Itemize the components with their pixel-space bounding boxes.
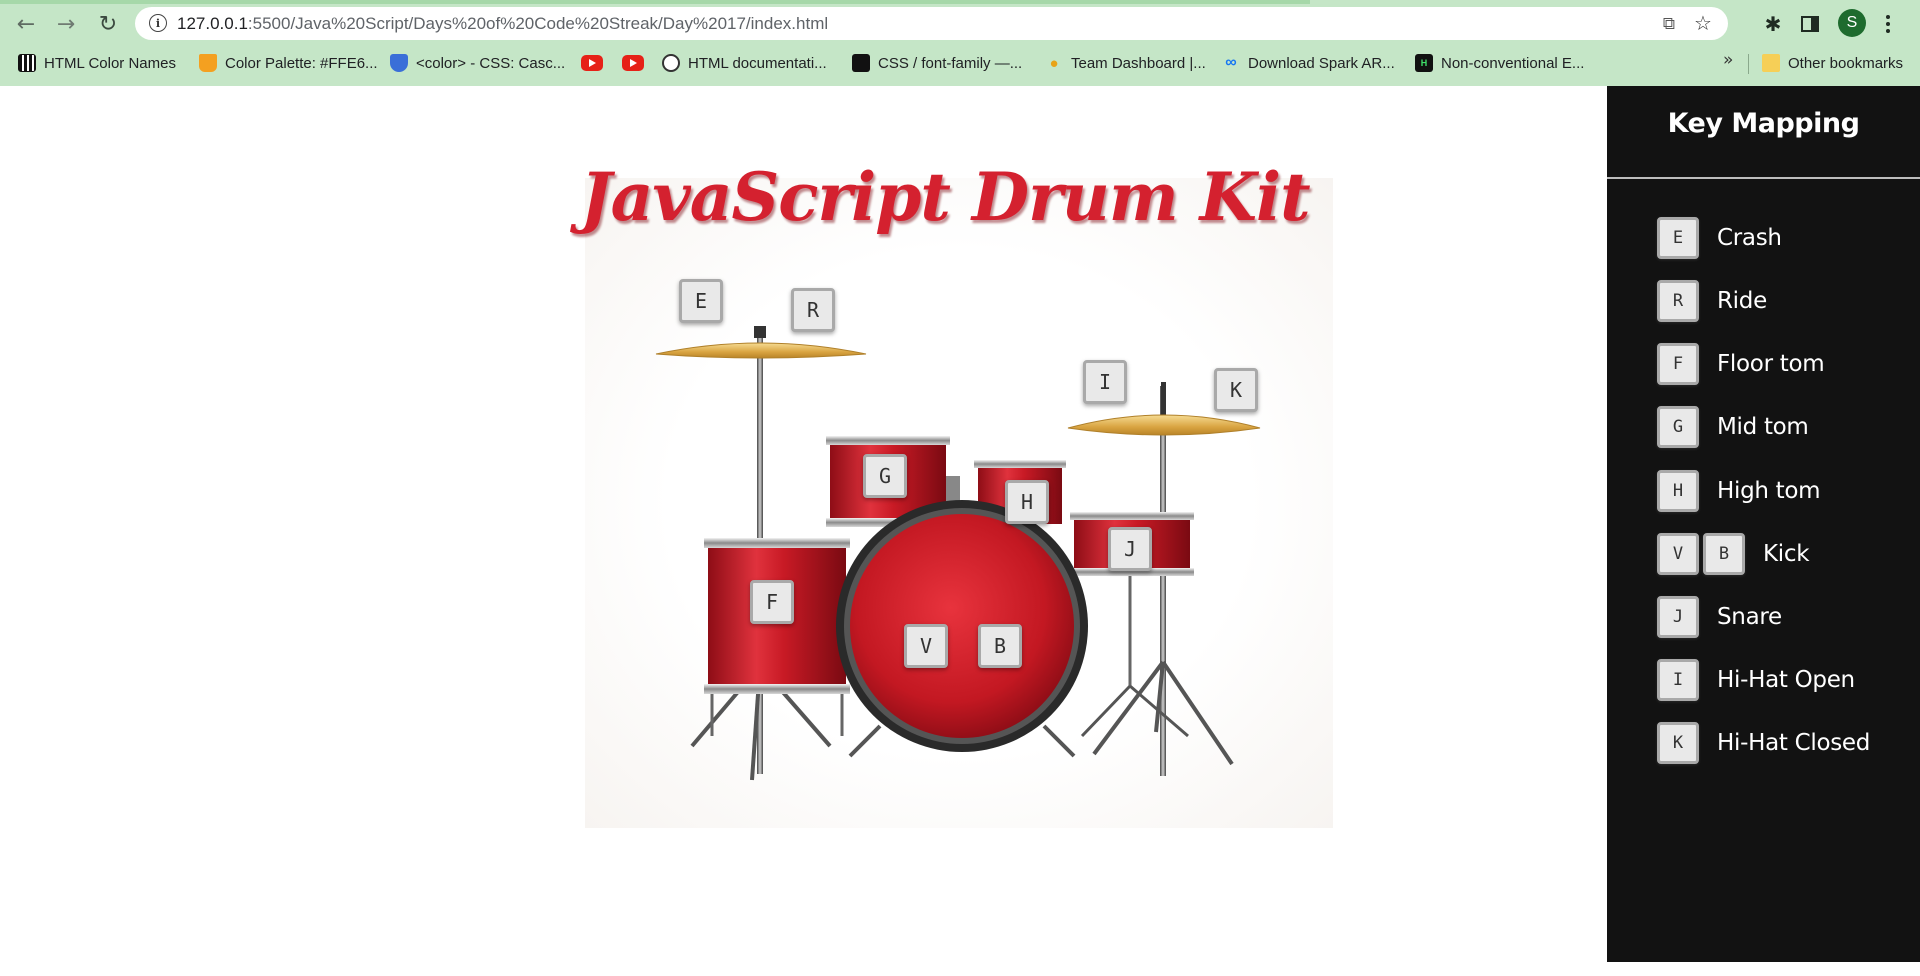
bookmark-item[interactable]: ∞ Download Spark AR... [1222, 50, 1394, 76]
mapping-row-hihat-open: I Hi-Hat Open [1657, 658, 1855, 702]
mapping-key: K [1657, 722, 1699, 764]
bookmark-item[interactable]: <color> - CSS: Casc... [390, 50, 565, 76]
other-bookmarks-folder[interactable]: Other bookmarks [1762, 50, 1903, 76]
bookmark-item[interactable] [622, 50, 644, 76]
folder-icon [1762, 54, 1780, 72]
bookmark-item[interactable]: HTML Color Names [18, 50, 176, 76]
mapping-row-kick: V B Kick [1657, 532, 1810, 576]
sidebar-divider [1607, 177, 1920, 179]
profile-avatar[interactable]: S [1838, 9, 1866, 37]
mapping-label: Kick [1763, 541, 1810, 567]
page-load-progress [0, 0, 1310, 4]
pin-icon: ● [1049, 54, 1059, 72]
mapping-label: Hi-Hat Open [1717, 667, 1855, 693]
bookmark-item[interactable]: CSS / font-family —... [852, 50, 1022, 76]
mapping-label: Hi-Hat Closed [1717, 730, 1871, 756]
cup-icon [199, 54, 217, 72]
forward-arrow-icon[interactable]: → [52, 10, 80, 38]
mapping-label: High tom [1717, 478, 1821, 504]
bookmarks-bar: HTML Color Names Color Palette: #FFE6...… [0, 48, 1920, 78]
hihat-stand [1092, 382, 1234, 776]
bookmark-star-icon[interactable]: ☆ [1692, 11, 1714, 35]
youtube-icon [581, 55, 603, 71]
kick-key-b[interactable]: B [978, 624, 1022, 668]
mapping-key: I [1657, 659, 1699, 701]
kick-drum [836, 500, 1088, 758]
side-panel-icon[interactable] [1797, 11, 1823, 37]
bookmarks-divider [1748, 54, 1749, 74]
crash-key[interactable]: E [679, 279, 723, 323]
back-arrow-icon[interactable]: ← [12, 10, 40, 38]
hihat-closed-key[interactable]: K [1214, 368, 1258, 412]
mapping-key: J [1657, 596, 1699, 638]
hihat-cymbal [1067, 414, 1261, 436]
mapping-row-ride: R Ride [1657, 279, 1767, 323]
floor-tom-key[interactable]: F [750, 580, 794, 624]
hihat-open-key[interactable]: I [1083, 360, 1127, 404]
url-text[interactable]: 127.0.0.1:5500/Java%20Script/Days%20of%2… [177, 14, 828, 34]
site-info-icon[interactable]: i [149, 14, 167, 32]
mapping-key: V [1657, 533, 1699, 575]
mapping-key: R [1657, 280, 1699, 322]
mapping-row-hihat-closed: K Hi-Hat Closed [1657, 721, 1870, 765]
browser-chrome: ← → ↻ i 127.0.0.1:5500/Java%20Script/Day… [0, 0, 1920, 86]
kick-key-v[interactable]: V [904, 624, 948, 668]
more-bookmarks-button[interactable]: » [1723, 50, 1733, 70]
mapping-label: Floor tom [1717, 351, 1825, 377]
bookmark-item[interactable]: Color Palette: #FFE6... [199, 50, 378, 76]
mapping-key: H [1657, 470, 1699, 512]
mapping-label: Snare [1717, 604, 1782, 630]
key-mapping-sidebar: Key Mapping E Crash R Ride F Floor tom G… [1607, 86, 1920, 962]
mapping-label: Mid tom [1717, 414, 1809, 440]
bookmark-item[interactable] [581, 50, 603, 76]
mapping-key: G [1657, 406, 1699, 448]
mapping-row-floor-tom: F Floor tom [1657, 342, 1825, 386]
bookmark-item[interactable]: HTML documentati... [662, 50, 827, 76]
mapping-row-mid-tom: G Mid tom [1657, 405, 1809, 449]
github-icon [662, 54, 680, 72]
high-tom-key[interactable]: H [1005, 480, 1049, 524]
share-icon[interactable]: ⧉ [1658, 13, 1680, 35]
mapping-key: B [1703, 533, 1745, 575]
meta-icon: ∞ [1225, 54, 1237, 71]
mapping-row-crash: E Crash [1657, 216, 1782, 260]
shield-icon [390, 54, 408, 72]
youtube-icon [622, 55, 644, 71]
mapping-row-high-tom: H High tom [1657, 469, 1821, 513]
bookmark-item[interactable]: ● Team Dashboard |... [1045, 50, 1205, 76]
snare-key[interactable]: J [1108, 527, 1152, 571]
mapping-row-snare: J Snare [1657, 595, 1782, 639]
browser-menu-icon[interactable] [1882, 10, 1894, 38]
page-viewport: JavaScript Drum Kit E R I K G H J F V B … [0, 86, 1920, 976]
ride-key[interactable]: R [791, 288, 835, 332]
css-icon [852, 54, 870, 72]
mapping-label: Ride [1717, 288, 1767, 314]
mapping-key: E [1657, 217, 1699, 259]
address-bar[interactable]: i 127.0.0.1:5500/Java%20Script/Days%20of… [135, 7, 1728, 40]
mapping-key: F [1657, 343, 1699, 385]
mid-tom-key[interactable]: G [863, 454, 907, 498]
hb-icon: H [1415, 54, 1433, 72]
reload-icon[interactable]: ↻ [94, 10, 122, 38]
sidebar-title: Key Mapping [1667, 108, 1860, 139]
extensions-puzzle-icon[interactable]: ✱ [1760, 11, 1786, 37]
piano-icon [18, 54, 36, 72]
mapping-label: Crash [1717, 225, 1782, 251]
bookmark-item[interactable]: H Non-conventional E... [1415, 50, 1584, 76]
